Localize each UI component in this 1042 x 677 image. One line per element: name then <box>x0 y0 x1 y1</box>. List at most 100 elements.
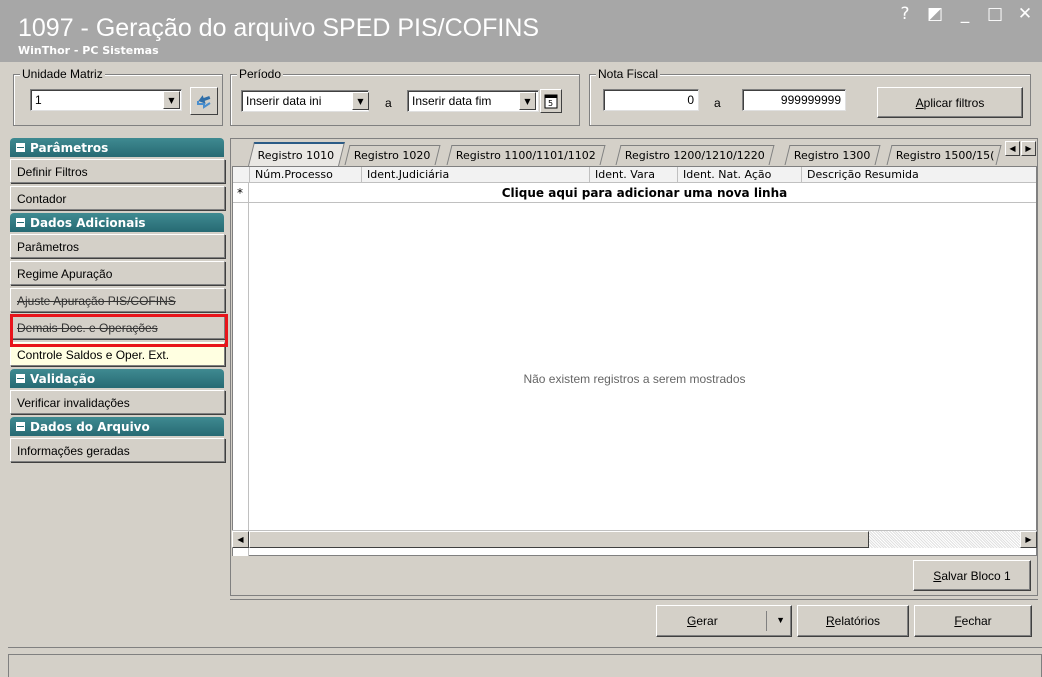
divider <box>230 599 1038 600</box>
sidebar-item-demais-doc[interactable]: Demais Doc. e Operações <box>10 315 225 339</box>
periodo-label: Período <box>237 67 284 81</box>
column-ident-nat-acao[interactable]: Ident. Nat. Ação <box>677 167 801 183</box>
empty-message: Não existem registros a serem mostrados <box>523 372 746 386</box>
scroll-left-icon[interactable]: ◀ <box>232 531 249 548</box>
split-divider <box>766 611 767 631</box>
periodo-group: Período Inserir data ini ▼ a Inserir dat… <box>230 67 580 126</box>
refresh-button[interactable] <box>190 87 218 115</box>
sidebar-item-parametros[interactable]: Parâmetros <box>10 234 225 258</box>
section-dados-arquivo[interactable]: Dados do Arquivo <box>10 417 224 436</box>
gerar-mnemonic: G <box>687 614 697 628</box>
tab-registro-1200-label: Registro 1200/1210/1220 <box>624 149 765 162</box>
tab-registro-1010[interactable]: Registro 1010 <box>248 142 345 166</box>
data-ini-input[interactable]: Inserir data ini <box>241 90 369 112</box>
new-row-marker: * <box>237 186 243 200</box>
section-validacao[interactable]: Validação <box>10 369 224 388</box>
nota-fiscal-separator: a <box>714 96 721 110</box>
data-ini-value: Inserir data ini <box>246 94 322 108</box>
gerar-button[interactable]: Gerar ▼ <box>656 605 792 637</box>
column-ident-judiciaria[interactable]: Ident.Judiciária <box>361 167 589 183</box>
data-ini-dropdown-icon[interactable]: ▼ <box>352 92 369 110</box>
relatorios-button[interactable]: Relatórios <box>797 605 909 637</box>
window-title: 1097 - Geração do arquivo SPED PIS/COFIN… <box>18 14 540 42</box>
tab-registro-1020[interactable]: Registro 1020 <box>344 145 441 165</box>
svg-text:5: 5 <box>548 99 553 108</box>
nota-fiscal-to-value: 999999999 <box>780 93 841 107</box>
chevron-down-icon[interactable]: ▼ <box>163 91 180 109</box>
section-dados-adicionais[interactable]: Dados Adicionais <box>10 213 224 232</box>
collapse-icon <box>16 143 25 152</box>
unidade-matriz-value: 1 <box>35 93 42 107</box>
nota-fiscal-from-input[interactable]: 0 <box>603 89 699 111</box>
column-num-processo[interactable]: Núm.Processo <box>249 167 361 183</box>
salvar-mnemonic: S <box>933 568 942 583</box>
sidebar-item-ajuste-apuracao[interactable]: Ajuste Apuração PIS/COFINS <box>10 288 225 312</box>
tab-registro-1300-label: Registro 1300 <box>793 149 871 162</box>
tab-registro-1500[interactable]: Registro 1500/15( <box>886 145 1002 165</box>
chevron-down-icon[interactable]: ▼ <box>776 615 785 625</box>
nota-fiscal-group: Nota Fiscal 0 a 999999999 Aplicar filtro… <box>589 67 1031 126</box>
sidebar-item-informacoes-geradas[interactable]: Informações geradas <box>10 438 225 462</box>
tab-registro-1100-label: Registro 1100/1101/1102 <box>455 149 596 162</box>
refresh-icon <box>197 95 211 109</box>
tab-registro-1010-label: Registro 1010 <box>257 149 335 162</box>
grid-header: Núm.Processo Ident.Judiciária Ident. Var… <box>233 167 1036 183</box>
sidebar-item-contador[interactable]: Contador <box>10 186 225 210</box>
status-bar <box>8 654 1042 677</box>
collapse-icon <box>16 218 25 227</box>
minimize-icon[interactable]: _ <box>956 4 974 24</box>
section-parametros[interactable]: Parâmetros <box>10 138 224 157</box>
section-dados-arquivo-title: Dados do Arquivo <box>30 419 150 434</box>
sidebar-item-verificar-invalidacoes[interactable]: Verificar invalidações <box>10 390 225 414</box>
tab-registro-1500-label: Registro 1500/15( <box>895 149 995 162</box>
gerar-label: erar <box>696 614 718 628</box>
tab-scroll-right-icon[interactable]: ▶ <box>1021 141 1036 156</box>
fechar-button[interactable]: Fechar <box>914 605 1032 637</box>
unidade-matriz-label: Unidade Matriz <box>20 67 105 81</box>
tab-scroll-left-icon[interactable]: ◀ <box>1005 141 1020 156</box>
maximize-icon[interactable]: □ <box>986 4 1004 24</box>
scroll-thumb[interactable] <box>249 531 869 548</box>
collapse-icon <box>16 374 25 383</box>
nota-fiscal-to-input[interactable]: 999999999 <box>742 89 846 111</box>
scroll-right-icon[interactable]: ▶ <box>1020 531 1037 548</box>
scroll-track[interactable] <box>869 531 1020 548</box>
fechar-mnemonic: F <box>954 614 962 628</box>
unidade-matriz-select[interactable]: 1 <box>30 89 182 111</box>
column-descricao-resumida[interactable]: Descrição Resumida <box>801 167 1036 183</box>
horizontal-scrollbar[interactable]: ◀ ▶ <box>232 530 1037 548</box>
sidebar: Parâmetros Definir Filtros Contador Dado… <box>10 138 225 465</box>
sidebar-item-regime-apuracao[interactable]: Regime Apuração <box>10 261 225 285</box>
fechar-label: echar <box>961 614 992 628</box>
salvar-label: alvar Bloco 1 <box>941 568 1011 583</box>
salvar-bloco-button[interactable]: Salvar Bloco 1 <box>913 560 1031 591</box>
row-indicator-column <box>233 167 249 556</box>
tab-strip: Registro 1010 Registro 1020 Registro 110… <box>231 139 1037 166</box>
close-icon[interactable]: ✕ <box>1016 4 1034 24</box>
tab-registro-1100[interactable]: Registro 1100/1101/1102 <box>446 145 606 165</box>
bottom-divider <box>8 647 1042 648</box>
unidade-matriz-group: Unidade Matriz 1 ▼ <box>13 67 223 126</box>
title-bar: 1097 - Geração do arquivo SPED PIS/COFIN… <box>0 0 1042 62</box>
relatorios-mnemonic: R <box>825 614 835 628</box>
new-row[interactable]: * Clique aqui para adicionar uma nova li… <box>233 184 1036 203</box>
sidebar-item-definir-filtros[interactable]: Definir Filtros <box>10 159 225 183</box>
aplicar-mnemonic: A <box>915 95 924 110</box>
restore-icon[interactable]: ◩ <box>926 4 944 24</box>
calendar-button[interactable]: 5 <box>540 89 562 113</box>
relatorios-label: elatórios <box>834 614 881 628</box>
data-fim-dropdown-icon[interactable]: ▼ <box>519 92 536 110</box>
new-row-text: Clique aqui para adicionar uma nova linh… <box>501 186 788 200</box>
periodo-separator: a <box>385 96 392 110</box>
sidebar-item-controle-saldos[interactable]: Controle Saldos e Oper. Ext. <box>10 342 225 366</box>
registro-grid[interactable]: Núm.Processo Ident.Judiciária Ident. Var… <box>232 166 1037 556</box>
window-subtitle: WinThor - PC Sistemas <box>18 44 159 57</box>
calendar-icon: 5 <box>544 94 558 109</box>
collapse-icon <box>16 422 25 431</box>
help-icon[interactable]: ? <box>896 4 914 24</box>
tab-registro-1200[interactable]: Registro 1200/1210/1220 <box>615 145 775 165</box>
tab-registro-1020-label: Registro 1020 <box>353 149 431 162</box>
aplicar-filtros-button[interactable]: Aplicar filtros <box>877 87 1023 118</box>
column-ident-vara[interactable]: Ident. Vara <box>589 167 677 183</box>
tab-registro-1300[interactable]: Registro 1300 <box>784 145 881 165</box>
